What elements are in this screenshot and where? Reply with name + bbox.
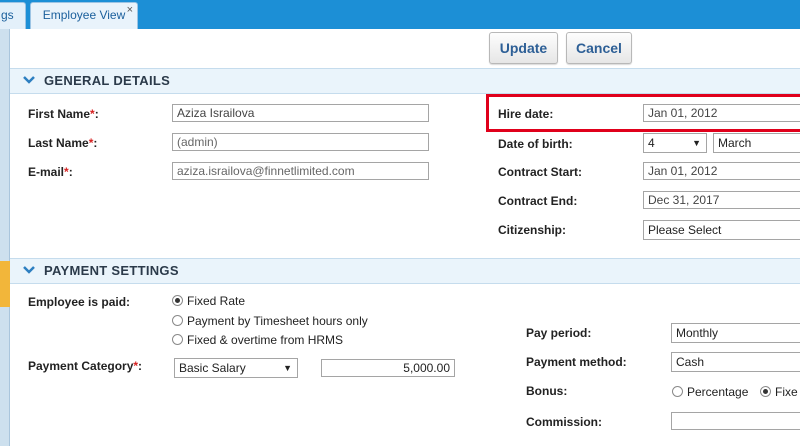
radio-bonus-fixed[interactable]: Fixe — [760, 385, 798, 399]
contract-end-field[interactable]: Dec 31, 2017 — [643, 191, 800, 209]
contract-start-field[interactable]: Jan 01, 2012 — [643, 162, 800, 180]
payment-method-select[interactable]: Cash — [671, 352, 800, 372]
general-details-header[interactable]: GENERAL DETAILS — [10, 68, 800, 94]
payment-settings-header[interactable]: PAYMENT SETTINGS — [10, 258, 800, 284]
dropdown-arrow-icon: ▼ — [692, 138, 701, 148]
cancel-button[interactable]: Cancel — [566, 32, 632, 64]
radio-selected-icon — [760, 386, 771, 397]
radio-unselected-icon — [172, 334, 183, 345]
radio-fixed-overtime[interactable]: Fixed & overtime from HRMS — [172, 333, 343, 347]
bonus-label: Bonus: — [526, 384, 568, 398]
first-name-field[interactable]: Aziza Israilova — [172, 104, 429, 122]
radio-bonus-percentage[interactable]: Percentage — [672, 385, 748, 399]
payment-category-select[interactable]: Basic Salary ▼ — [174, 358, 298, 378]
chevron-down-icon — [23, 266, 35, 274]
first-name-label: First Name*: — [28, 107, 99, 121]
chevron-down-icon — [23, 76, 35, 84]
commission-label: Commission: — [526, 415, 603, 429]
radio-timesheet[interactable]: Payment by Timesheet hours only — [172, 314, 368, 328]
citizenship-select[interactable]: Please Select — [643, 220, 800, 240]
update-button[interactable]: Update — [489, 32, 558, 64]
pay-period-label: Pay period: — [526, 326, 592, 340]
email-field[interactable]: aziza.israilova@finnetlimited.com — [172, 162, 429, 180]
contract-start-label: Contract Start: — [498, 165, 583, 179]
radio-unselected-icon — [172, 315, 183, 326]
general-details-title: GENERAL DETAILS — [44, 73, 171, 88]
payment-category-label: Payment Category*: — [28, 359, 143, 373]
pay-period-select[interactable]: Monthly — [671, 323, 800, 343]
date-of-birth-label: Date of birth: — [498, 137, 573, 151]
email-label: E-mail*: — [28, 165, 73, 179]
tab-bar: gs Employee View × — [0, 0, 800, 29]
citizenship-label: Citizenship: — [498, 223, 566, 237]
last-name-label: Last Name*: — [28, 136, 98, 150]
radio-selected-icon — [172, 295, 183, 306]
radio-fixed-rate[interactable]: Fixed Rate — [172, 294, 245, 308]
hire-date-highlight-box — [486, 94, 800, 132]
tab-previous-label: gs — [1, 8, 14, 22]
dropdown-arrow-icon: ▼ — [283, 363, 292, 373]
dob-day-select[interactable]: 4 ▼ — [643, 133, 707, 153]
last-name-field[interactable]: (admin) — [172, 133, 429, 151]
payment-settings-title: PAYMENT SETTINGS — [44, 263, 179, 278]
contract-end-label: Contract End: — [498, 194, 578, 208]
payment-method-label: Payment method: — [526, 355, 627, 369]
left-strip-marker — [0, 261, 10, 307]
employee-paid-label: Employee is paid: — [28, 295, 131, 309]
radio-unselected-icon — [672, 386, 683, 397]
dob-month-select[interactable]: March — [713, 133, 800, 153]
close-icon[interactable]: × — [127, 0, 133, 22]
commission-field[interactable] — [671, 412, 800, 430]
tab-previous[interactable]: gs — [0, 2, 26, 29]
left-collapse-strip[interactable] — [0, 29, 10, 446]
tab-employee-view-label: Employee View — [42, 8, 126, 22]
tab-employee-view[interactable]: Employee View × — [30, 2, 138, 29]
payment-amount-field[interactable]: 5,000.00 — [321, 359, 455, 377]
